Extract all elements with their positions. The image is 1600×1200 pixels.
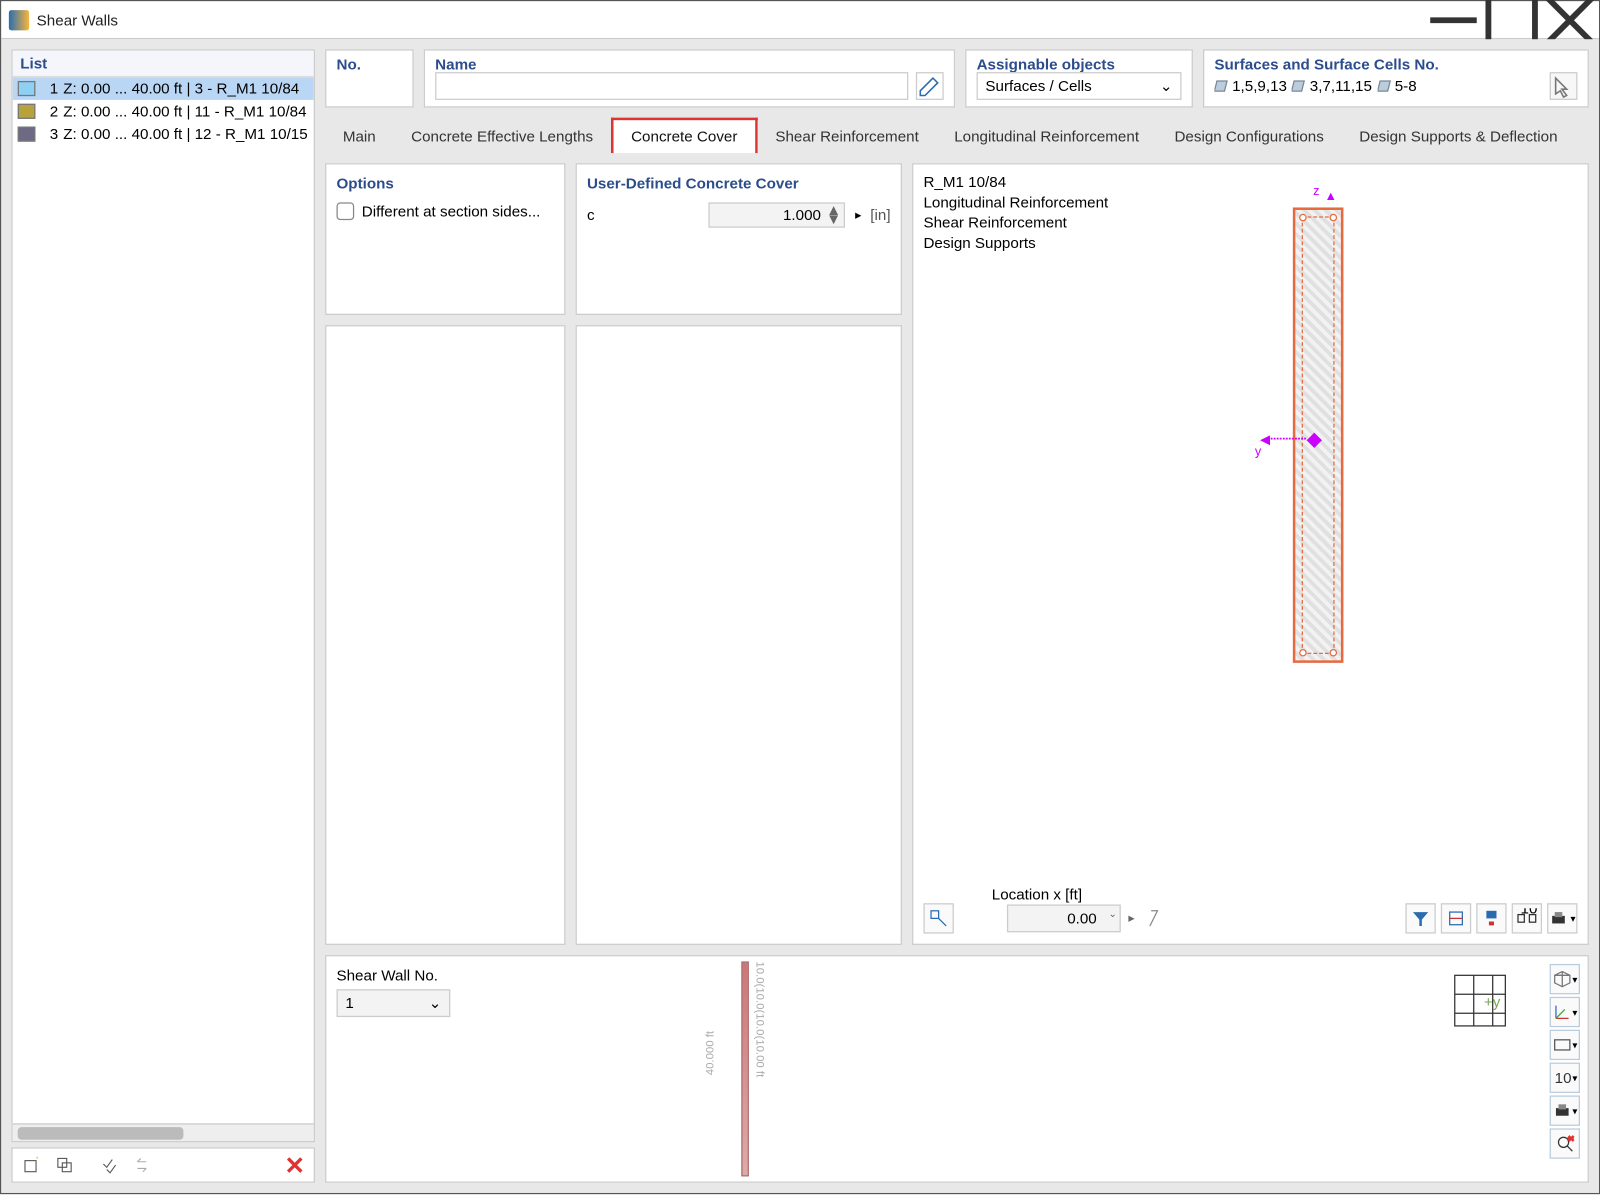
- cover-label: c: [587, 206, 607, 224]
- scale-button[interactable]: 100: [1512, 903, 1542, 933]
- cover-input[interactable]: 1.000 ▲▼ ▸: [708, 202, 845, 227]
- svg-text:10: 10: [1555, 1070, 1572, 1087]
- z-axis-label: z: [1313, 185, 1319, 199]
- name-edit-button[interactable]: [916, 72, 944, 100]
- print-view-button[interactable]: ▾: [1550, 1095, 1580, 1125]
- empty-panel-1: [325, 325, 565, 945]
- no-header: No.: [336, 56, 402, 79]
- svg-text:+y: +y: [1484, 994, 1501, 1011]
- surfaces-field[interactable]: 1,5,9,133,7,11,155-8: [1214, 72, 1544, 100]
- minimize-button[interactable]: [1424, 1, 1482, 38]
- checkbox-icon: [336, 202, 354, 220]
- axis-view-button[interactable]: ▾: [1550, 997, 1580, 1027]
- print-button[interactable]: ▾: [1547, 903, 1577, 933]
- app-icon: [9, 9, 29, 29]
- preview-line: Design Supports: [923, 233, 1108, 253]
- list-header: List: [13, 51, 314, 78]
- list-hscroll[interactable]: [13, 1123, 314, 1141]
- location-input[interactable]: 0.00 ⌄: [1007, 904, 1121, 932]
- preview-line: Longitudinal Reinforcement: [923, 192, 1108, 212]
- list-item[interactable]: 1Z: 0.00 ... 40.00 ft | 3 - R_M1 10/84: [13, 77, 314, 100]
- options-header: Options: [336, 175, 554, 193]
- dimension-button[interactable]: [1441, 903, 1471, 933]
- y-axis-label: y: [1255, 445, 1261, 459]
- tab-longitudinal-reinforcement[interactable]: Longitudinal Reinforcement: [937, 120, 1157, 153]
- values-button[interactable]: [1476, 903, 1506, 933]
- new-item-button[interactable]: [18, 1151, 46, 1179]
- options-panel: Options Different at section sides...: [325, 163, 565, 315]
- shear-wall-panel: Shear Wall No. 1 ⌄ 40.000 ft 10.0(10.0(1…: [325, 955, 1589, 1183]
- tab-concrete-cover[interactable]: Concrete Cover: [611, 118, 758, 153]
- shear-wall-value: 1: [345, 994, 353, 1012]
- shear-wall-header: Shear Wall No.: [336, 966, 1577, 984]
- list-item[interactable]: 2Z: 0.00 ... 40.00 ft | 11 - R_M1 10/84: [13, 100, 314, 123]
- wireframe-cube-icon: +y: [1448, 969, 1511, 1032]
- shear-wall-select[interactable]: 1 ⌄: [336, 989, 450, 1017]
- cover-panel: User-Defined Concrete Cover c 1.000 ▲▼ ▸…: [576, 163, 902, 315]
- text-size-button[interactable]: 10▾: [1550, 1063, 1580, 1093]
- copy-item-button[interactable]: [51, 1151, 79, 1179]
- assignable-combo[interactable]: Surfaces / Cells ⌄: [977, 72, 1182, 100]
- tab-main[interactable]: Main: [325, 120, 393, 153]
- tab-design-configurations[interactable]: Design Configurations: [1157, 120, 1342, 153]
- maximize-button[interactable]: [1483, 1, 1541, 38]
- filter-button[interactable]: [1405, 903, 1435, 933]
- shear-wall-elevation: 40.000 ft 10.0(10.0(10.0(10.00 ft: [726, 961, 764, 1176]
- close-button[interactable]: [1541, 1, 1599, 38]
- delete-button[interactable]: [281, 1151, 309, 1179]
- cover-unit: [in]: [870, 206, 890, 224]
- different-sides-checkbox[interactable]: Different at section sides...: [336, 202, 554, 220]
- pick-surfaces-button[interactable]: [1550, 72, 1578, 100]
- cover-value: 1.000: [783, 206, 821, 224]
- arrow-right-icon: ▸: [855, 209, 861, 223]
- tab-shear-reinforcement[interactable]: Shear Reinforcement: [758, 120, 937, 153]
- reset-zoom-button[interactable]: [1550, 1128, 1580, 1158]
- window-title: Shear Walls: [37, 11, 1425, 29]
- chevron-down-icon: ⌄: [1160, 77, 1173, 95]
- location-value: 0.00: [1067, 910, 1097, 928]
- cover-header: User-Defined Concrete Cover: [587, 175, 891, 193]
- jump-tool-button[interactable]: [923, 903, 953, 933]
- filter-arrow-button[interactable]: [1142, 903, 1172, 933]
- list-rows[interactable]: 1Z: 0.00 ... 40.00 ft | 3 - R_M1 10/842Z…: [13, 77, 314, 1123]
- section-preview: R_M1 10/84Longitudinal ReinforcementShea…: [912, 163, 1589, 945]
- check-all-button[interactable]: [96, 1151, 124, 1179]
- checkbox-label: Different at section sides...: [362, 202, 541, 220]
- list-item[interactable]: 3Z: 0.00 ... 40.00 ft | 12 - R_M1 10/15: [13, 123, 314, 146]
- location-label: Location x [ft]: [992, 886, 1082, 904]
- assignable-value: Surfaces / Cells: [985, 77, 1091, 95]
- tab-bar: MainConcrete Effective LengthsConcrete C…: [325, 118, 1589, 153]
- name-input[interactable]: [435, 72, 908, 100]
- svg-text:100: 100: [1521, 908, 1537, 917]
- preview-line: Shear Reinforcement: [923, 213, 1108, 233]
- display-button[interactable]: ▾: [1550, 1030, 1580, 1060]
- tab-concrete-effective-lengths[interactable]: Concrete Effective Lengths: [393, 120, 610, 153]
- preview-line: R_M1 10/84: [923, 172, 1108, 192]
- empty-panel-2: [576, 325, 902, 945]
- iso-view-button[interactable]: ▾: [1550, 964, 1580, 994]
- tab-design-supports-deflection[interactable]: Design Supports & Deflection: [1342, 120, 1576, 153]
- swap-button[interactable]: [129, 1151, 157, 1179]
